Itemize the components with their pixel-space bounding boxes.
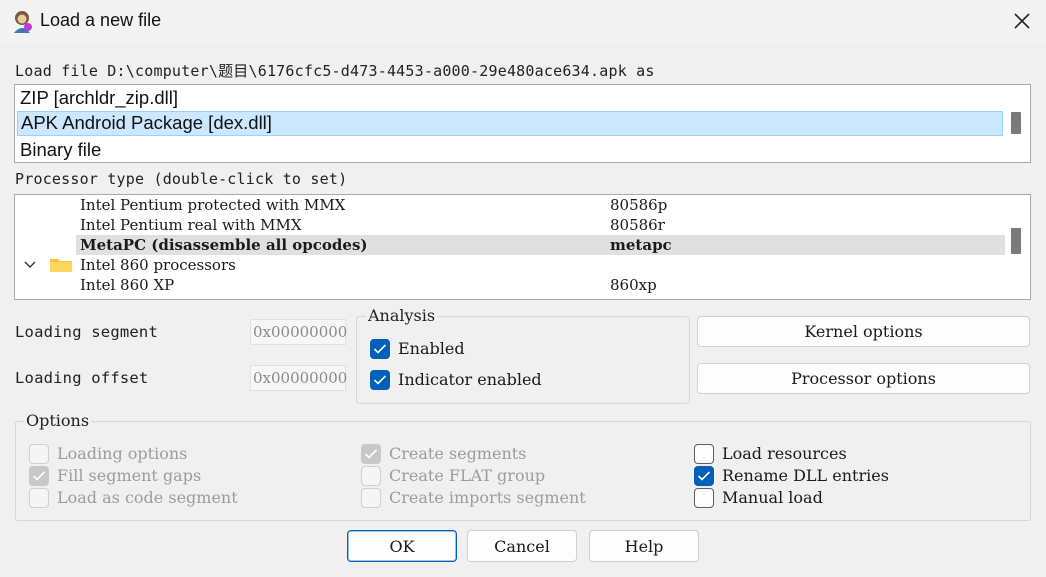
kernel-options-button[interactable]: Kernel options [697,316,1030,347]
close-button[interactable] [1004,4,1040,38]
checkmark-icon [697,471,711,481]
indicator-enabled-checkbox[interactable] [370,370,390,390]
load-as-code-segment-label: Load as code segment [57,488,238,507]
processor-code: 80586p [610,196,668,214]
processor-row[interactable]: Intel Pentium protected with MMX 80586p [15,195,1005,215]
processor-name: Intel Pentium real with MMX [80,216,302,234]
loader-list[interactable]: ZIP [archldr_zip.dll] APK Android Packag… [14,84,1031,163]
cancel-button[interactable]: Cancel [467,530,577,562]
ida-app-icon [10,9,34,33]
create-imports-segment-label: Create imports segment [389,488,586,507]
load-resources-checkbox[interactable] [694,444,714,464]
processor-list[interactable]: Intel Pentium protected with MMX 80586p … [14,194,1031,300]
analysis-group [356,316,690,404]
loading-options-checkbox[interactable] [29,444,49,464]
processor-options-button[interactable]: Processor options [697,363,1030,394]
loading-offset-label: Loading offset [15,369,149,387]
create-segments-label: Create segments [389,444,527,463]
fill-segment-gaps-checkbox[interactable] [29,466,49,486]
processor-name: Intel 860 XP [80,276,175,294]
checkmark-icon [32,471,46,481]
processor-list-scrollbar[interactable] [1011,228,1021,254]
loader-option-binary[interactable]: Binary file [17,138,1003,162]
processor-name: Intel Pentium protected with MMX [80,196,346,214]
analysis-group-title: Analysis [366,306,438,325]
loading-segment-input[interactable]: 0x00000000 [250,319,347,345]
title-bar: Load a new file [0,0,1046,42]
processor-code: 860xp [610,276,657,294]
options-group-title: Options [24,411,92,430]
manual-load-label: Manual load [722,488,823,507]
processor-row[interactable]: Intel 860 XP 860xp [15,275,1005,295]
loading-options-label: Loading options [57,444,188,463]
create-flat-group-checkbox[interactable] [361,466,381,486]
close-icon [1014,13,1030,29]
load-file-label: Load file D:\computer\题目\6176cfc5-d473-4… [15,62,655,80]
chevron-down-icon[interactable] [23,257,37,277]
create-imports-segment-checkbox[interactable] [361,488,381,508]
analysis-enabled-label: Enabled [398,339,465,358]
load-resources-label: Load resources [722,444,847,463]
indicator-enabled-label: Indicator enabled [398,370,542,389]
processor-name: MetaPC (disassemble all opcodes) [80,236,368,254]
processor-row[interactable]: Intel Pentium real with MMX 80586r [15,215,1005,235]
processor-row-selected[interactable]: MetaPC (disassemble all opcodes) metapc [15,235,1005,255]
processor-code: 80586r [610,216,665,234]
processor-group-row[interactable]: Intel 860 processors [15,255,1005,275]
loader-option-zip[interactable]: ZIP [archldr_zip.dll] [17,86,1003,111]
fill-segment-gaps-label: Fill segment gaps [57,466,202,485]
analysis-enabled-checkbox[interactable] [370,339,390,359]
loading-offset-input[interactable]: 0x00000000 [250,365,347,391]
ok-button[interactable]: OK [347,530,457,562]
processor-type-label: Processor type (double-click to set) [15,170,348,188]
checkmark-icon [373,375,387,385]
checkmark-icon [364,449,378,459]
load-as-code-segment-checkbox[interactable] [29,488,49,508]
processor-code: metapc [610,236,672,254]
loader-list-scrollbar[interactable] [1011,112,1021,134]
rename-dll-entries-label: Rename DLL entries [722,466,889,485]
loader-option-apk[interactable]: APK Android Package [dex.dll] [17,111,1003,136]
help-button[interactable]: Help [589,530,699,562]
create-flat-group-label: Create FLAT group [389,466,546,485]
loading-segment-label: Loading segment [15,323,158,341]
processor-group-name: Intel 860 processors [80,256,236,274]
checkmark-icon [373,344,387,354]
rename-dll-entries-checkbox[interactable] [694,466,714,486]
create-segments-checkbox[interactable] [361,444,381,464]
manual-load-checkbox[interactable] [694,488,714,508]
window-title: Load a new file [40,10,162,30]
